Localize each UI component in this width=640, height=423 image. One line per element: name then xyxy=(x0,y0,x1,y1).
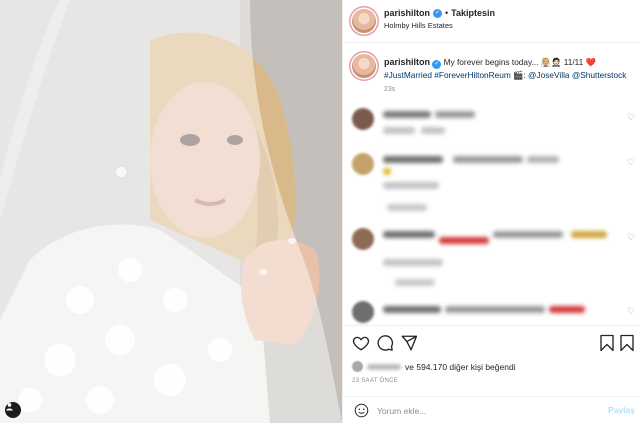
header-user-row: parishilton ✓ • Takiptesin xyxy=(384,8,495,18)
caption-username[interactable]: parishilton xyxy=(384,57,430,67)
heart-icon[interactable]: ♡ xyxy=(627,306,635,317)
avatar[interactable] xyxy=(352,9,376,33)
comment-avatar[interactable] xyxy=(352,228,374,250)
comment-avatar[interactable] xyxy=(352,108,374,130)
likes-count[interactable]: ve 594.170 diğer kişi beğendi xyxy=(405,362,516,372)
heart-icon[interactable]: ♡ xyxy=(627,157,635,168)
caption-hashtags[interactable]: #JustMarried #ForeverHiltonReum 🎬: @Jose… xyxy=(384,70,626,80)
bookmark-icon[interactable] xyxy=(598,334,616,352)
post-date: 23 SAAT ÖNCE xyxy=(352,378,399,384)
caption-avatar[interactable] xyxy=(352,54,376,78)
bride-photo-illustration xyxy=(0,0,342,423)
post-header: parishilton ✓ • Takiptesin Holmby Hills … xyxy=(343,0,640,43)
tag-user-icon[interactable] xyxy=(5,402,21,418)
list-item: ♡ xyxy=(343,150,640,220)
post-comment-button[interactable]: Paylaş xyxy=(608,405,635,415)
heart-icon[interactable]: ♡ xyxy=(627,112,635,123)
caption-body: My forever begins today... 👰🏼🤵🏻 11/11 ❤️ xyxy=(443,57,596,67)
verified-icon: ✓ xyxy=(433,8,443,18)
post-caption: parishilton ✓ My forever begins today...… xyxy=(343,43,640,99)
comment-avatar[interactable] xyxy=(352,301,374,323)
liker-name xyxy=(367,363,401,370)
emoji-icon[interactable] xyxy=(354,403,369,418)
separator-dot: • xyxy=(445,8,449,18)
comment-form: Paylaş xyxy=(343,396,640,423)
list-item: ♡ xyxy=(343,225,640,295)
post-side-panel: parishilton ✓ • Takiptesin Holmby Hills … xyxy=(342,0,640,423)
post-photo[interactable] xyxy=(0,0,342,423)
comment-avatar[interactable] xyxy=(352,153,374,175)
comment-icon[interactable] xyxy=(376,334,394,352)
liker-avatar xyxy=(352,361,363,372)
heart-icon[interactable]: ♡ xyxy=(627,232,635,243)
likes-row: ve 594.170 diğer kişi beğendi xyxy=(352,361,516,372)
heart-icon[interactable] xyxy=(352,334,370,352)
action-bar xyxy=(343,325,640,359)
caption-timestamp: 23s xyxy=(384,86,396,93)
verified-icon: ✓ xyxy=(432,59,442,69)
list-item: ♡ xyxy=(343,105,640,145)
list-item: ♡ xyxy=(343,300,640,324)
comment-input[interactable] xyxy=(377,401,597,420)
bookmark-icon[interactable] xyxy=(618,334,636,352)
share-icon[interactable] xyxy=(400,334,418,352)
caption-text: parishilton ✓ My forever begins today...… xyxy=(384,56,634,81)
username-link[interactable]: parishilton xyxy=(384,8,430,18)
follow-status[interactable]: Takiptesin xyxy=(451,8,495,18)
location-link[interactable]: Holmby Hills Estates xyxy=(384,21,453,30)
